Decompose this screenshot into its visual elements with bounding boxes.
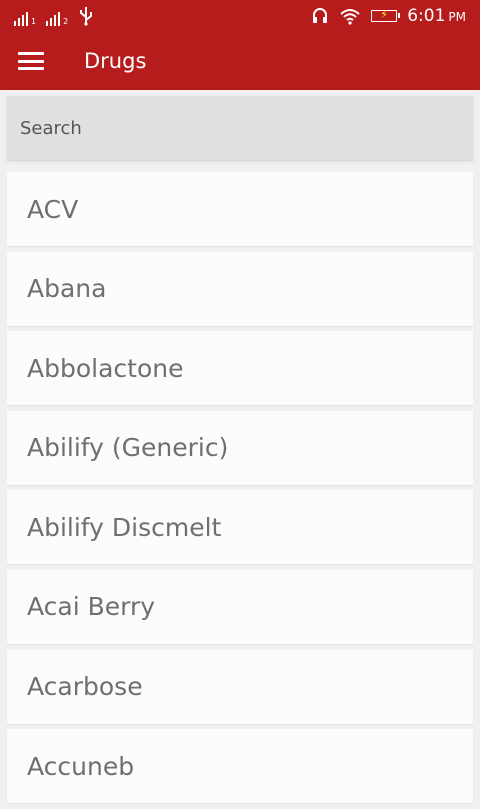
signal-sim1-icon: 1 — [14, 10, 36, 26]
list-item-label: Abilify Discmelt — [27, 512, 222, 542]
list-item[interactable]: Acarbose — [7, 649, 473, 724]
list-item-label: Accuneb — [27, 751, 135, 781]
list-item[interactable]: Accuneb — [7, 729, 473, 804]
wifi-icon — [340, 9, 360, 25]
status-bar: 1 2 ⚡ 6:01 PM — [0, 0, 480, 32]
page-title: Drugs — [84, 49, 147, 73]
list-item[interactable]: ACV — [7, 172, 473, 246]
list-item-label: Abilify (Generic) — [27, 433, 229, 463]
search-box — [7, 96, 473, 160]
headset-icon — [313, 8, 328, 23]
battery-charging-icon: ⚡ — [371, 8, 401, 22]
list-item[interactable]: Acai Berry — [7, 569, 473, 644]
sim2-label: 2 — [63, 17, 69, 26]
clock: 6:01 PM — [407, 6, 466, 26]
list-item[interactable]: Abbolactone — [7, 331, 473, 406]
search-input[interactable] — [7, 96, 473, 160]
list-item-label: Acarbose — [27, 672, 143, 702]
drug-list: ACV Abana Abbolactone Abilify (Generic) … — [7, 172, 473, 809]
list-item-label: Abana — [27, 274, 107, 304]
clock-ampm: PM — [448, 10, 466, 24]
status-left-icons: 1 2 — [14, 6, 94, 26]
clock-time: 6:01 — [407, 6, 446, 26]
list-item[interactable]: Abilify Discmelt — [7, 490, 473, 565]
hamburger-menu-icon — [18, 52, 44, 70]
list-item-label: ACV — [27, 194, 79, 224]
list-item[interactable]: Abilify (Generic) — [7, 410, 473, 485]
usb-icon — [80, 7, 93, 26]
signal-sim2-icon: 2 — [46, 10, 68, 26]
status-right-icons: ⚡ 6:01 PM — [311, 5, 466, 27]
app-toolbar: Drugs — [0, 32, 480, 90]
list-item[interactable]: Abana — [7, 251, 473, 326]
list-item-label: Acai Berry — [27, 592, 156, 622]
list-item-label: Abbolactone — [27, 353, 184, 383]
sim1-label: 1 — [31, 17, 37, 26]
menu-button[interactable] — [14, 46, 48, 76]
